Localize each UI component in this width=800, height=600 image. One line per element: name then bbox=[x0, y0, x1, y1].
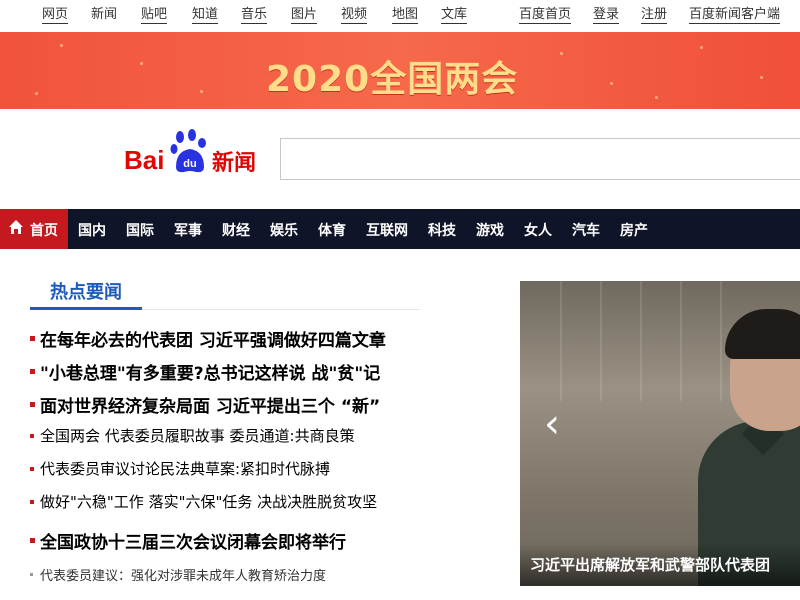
nav-link-zhidao[interactable]: 知道 bbox=[192, 7, 219, 24]
channel-home-label: 首页 bbox=[30, 223, 58, 239]
channel-women[interactable]: 女人 bbox=[524, 220, 552, 240]
banner-title: 2020全国两会 bbox=[266, 59, 519, 100]
channel-military[interactable]: 军事 bbox=[174, 220, 202, 240]
channel-games[interactable]: 游戏 bbox=[476, 220, 504, 240]
nav-link-images[interactable]: 图片 bbox=[291, 7, 318, 24]
logo-du-text: du bbox=[183, 158, 196, 170]
channel-internet[interactable]: 互联网 bbox=[366, 220, 408, 240]
channel-domestic[interactable]: 国内 bbox=[78, 220, 106, 240]
list-item: 全国两会 代表委员履职故事 委员通道:共商良策 bbox=[30, 425, 355, 446]
header: Bai du 新闻 bbox=[0, 109, 800, 209]
bullet bbox=[30, 434, 34, 438]
list-item: 面对世界经济复杂局面 习近平提出三个 “新” bbox=[30, 392, 380, 417]
news-link[interactable]: 全国两会 代表委员履职故事 委员通道:共商良策 bbox=[40, 427, 355, 445]
list-item: 代表委员建议：强化对涉罪未成年人教育矫治力度 bbox=[30, 565, 326, 584]
hot-news-underline bbox=[30, 307, 142, 310]
baidu-home-link[interactable]: 百度首页 bbox=[519, 7, 572, 24]
list-item: "小巷总理"有多重要?总书记这样说 战"贫"记 bbox=[30, 359, 380, 384]
list-item: 在每年必去的代表团 习近平强调做好四篇文章 bbox=[30, 326, 386, 351]
nav-link-web[interactable]: 网页 bbox=[42, 7, 69, 24]
login-link[interactable]: 登录 bbox=[593, 7, 620, 24]
slide-caption[interactable]: 习近平出席解放军和武警部队代表团 bbox=[530, 554, 770, 575]
two-sessions-banner[interactable]: 2020全国两会 bbox=[0, 32, 800, 109]
list-item: 做好"六稳"工作 落实"六保"任务 决战决胜脱贫攻坚 bbox=[30, 491, 377, 512]
channel-auto[interactable]: 汽车 bbox=[572, 220, 600, 240]
search-input[interactable] bbox=[280, 138, 800, 180]
channel-home[interactable]: 首页 bbox=[0, 209, 68, 249]
channel-realestate[interactable]: 房产 bbox=[620, 220, 648, 240]
nav-link-map[interactable]: 地图 bbox=[392, 7, 419, 24]
news-link[interactable]: 全国政协十三届三次会议闭幕会即将举行 bbox=[40, 533, 346, 553]
bullet bbox=[30, 467, 34, 471]
bullet bbox=[30, 538, 35, 543]
paw-icon: du bbox=[170, 129, 206, 173]
channel-sports[interactable]: 体育 bbox=[318, 220, 346, 240]
news-link[interactable]: 代表委员建议：强化对涉罪未成年人教育矫治力度 bbox=[40, 569, 326, 584]
prev-arrow-icon[interactable]: ‹ bbox=[544, 401, 560, 447]
news-link[interactable]: "小巷总理"有多重要?总书记这样说 战"贫"记 bbox=[40, 364, 380, 384]
channel-entertainment[interactable]: 娱乐 bbox=[270, 220, 298, 240]
register-link[interactable]: 注册 bbox=[641, 7, 668, 24]
baidu-news-logo[interactable]: Bai du 新闻 bbox=[124, 127, 264, 177]
channel-tech[interactable]: 科技 bbox=[428, 220, 456, 240]
nav-link-tieba[interactable]: 贴吧 bbox=[141, 7, 168, 24]
bullet bbox=[30, 500, 34, 504]
news-link[interactable]: 面对世界经济复杂局面 习近平提出三个 “新” bbox=[40, 397, 380, 417]
nav-link-wenku[interactable]: 文库 bbox=[441, 7, 468, 24]
nav-link-music[interactable]: 音乐 bbox=[241, 7, 268, 24]
logo-xinwen-text: 新闻 bbox=[212, 151, 257, 176]
list-item: 代表委员审议讨论民法典草案:紧扣时代脉搏 bbox=[30, 458, 330, 479]
nav-link-news[interactable]: 新闻 bbox=[91, 7, 117, 23]
top-nav: 网页 新闻 贴吧 知道 音乐 图片 视频 地图 文库 百度首页 登录 注册 百度… bbox=[0, 0, 800, 32]
channel-international[interactable]: 国际 bbox=[126, 220, 154, 240]
bullet bbox=[30, 369, 35, 374]
hot-news-title[interactable]: 热点要闻 bbox=[50, 278, 122, 304]
hot-news-header: 热点要闻 bbox=[30, 270, 420, 310]
headline-slider[interactable]: ‹ 习近平出席解放军和武警部队代表团 bbox=[520, 281, 800, 586]
logo-bai-text: Bai bbox=[124, 145, 165, 175]
channel-nav: 首页 国内 国际 军事 财经 娱乐 体育 互联网 科技 游戏 女人 汽车 房产 bbox=[0, 209, 800, 249]
bullet bbox=[30, 402, 35, 407]
news-app-link[interactable]: 百度新闻客户端 bbox=[689, 7, 781, 24]
home-icon bbox=[9, 220, 23, 234]
news-link[interactable]: 代表委员审议讨论民法典草案:紧扣时代脉搏 bbox=[40, 460, 330, 478]
news-link[interactable]: 在每年必去的代表团 习近平强调做好四篇文章 bbox=[40, 331, 386, 351]
nav-link-video[interactable]: 视频 bbox=[341, 7, 368, 24]
news-link[interactable]: 做好"六稳"工作 落实"六保"任务 决战决胜脱贫攻坚 bbox=[40, 493, 377, 511]
bullet bbox=[30, 573, 33, 576]
bullet bbox=[30, 336, 35, 341]
list-item: 全国政协十三届三次会议闭幕会即将举行 bbox=[30, 528, 346, 553]
channel-finance[interactable]: 财经 bbox=[222, 220, 250, 240]
